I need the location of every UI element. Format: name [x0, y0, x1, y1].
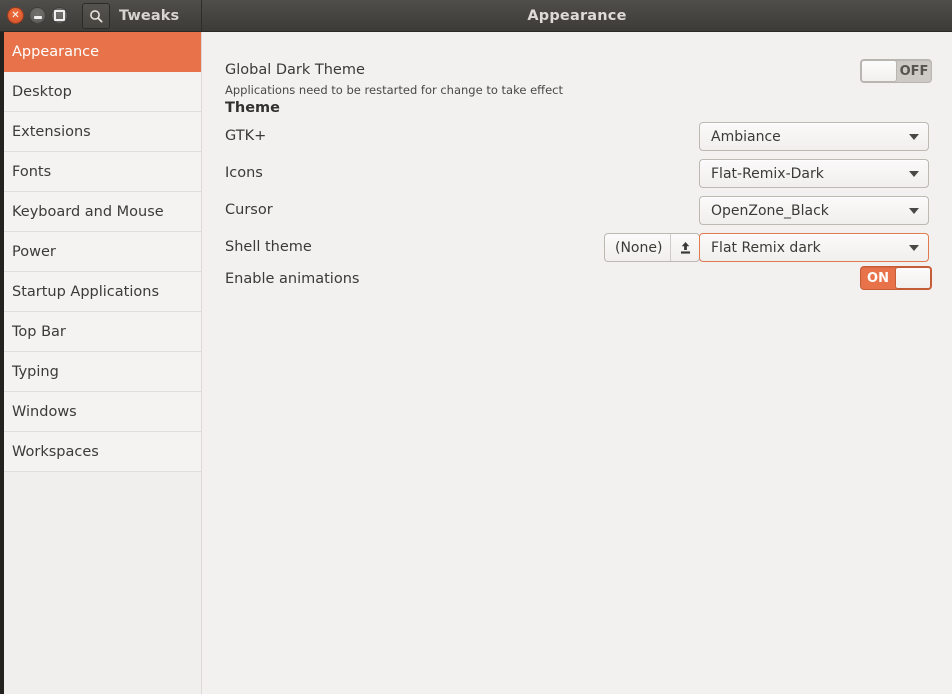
- cursor-theme-label: Cursor: [225, 202, 273, 218]
- sidebar-item-startup-applications[interactable]: Startup Applications: [0, 272, 201, 312]
- enable-animations-row: Enable animations: [203, 271, 952, 287]
- titlebar: ✕ Tweaks Appearance: [0, 0, 952, 32]
- sidebar-item-typing[interactable]: Typing: [0, 352, 201, 392]
- gtk-theme-dropdown[interactable]: Ambiance: [699, 122, 929, 151]
- sidebar-item-appearance[interactable]: Appearance: [0, 32, 201, 72]
- toggle-knob: [895, 267, 931, 289]
- shell-theme-dropdown[interactable]: Flat Remix dark: [699, 233, 929, 262]
- tweaks-window: ✕ Tweaks Appearance Appearance Desktop E…: [0, 0, 952, 694]
- minimize-button[interactable]: [29, 7, 46, 24]
- shell-theme-file-value: (None): [615, 239, 663, 256]
- sidebar-item-keyboard-and-mouse[interactable]: Keyboard and Mouse: [0, 192, 201, 232]
- icons-theme-value: Flat-Remix-Dark: [711, 165, 824, 182]
- enable-animations-toggle[interactable]: ON: [860, 266, 932, 290]
- gtk-theme-value: Ambiance: [711, 128, 781, 145]
- toggle-knob: [861, 60, 897, 82]
- gtk-theme-label: GTK+: [225, 128, 267, 144]
- sidebar-item-label: Startup Applications: [12, 283, 159, 300]
- minimize-icon: [33, 16, 42, 19]
- maximize-button[interactable]: [51, 7, 68, 24]
- sidebar-item-desktop[interactable]: Desktop: [0, 72, 201, 112]
- sidebar-item-workspaces[interactable]: Workspaces: [0, 432, 201, 472]
- upload-icon[interactable]: [670, 234, 699, 261]
- maximize-icon: [54, 10, 65, 21]
- sidebar-item-windows[interactable]: Windows: [0, 392, 201, 432]
- sidebar-item-fonts[interactable]: Fonts: [0, 152, 201, 192]
- global-dark-theme-toggle[interactable]: OFF: [860, 59, 932, 83]
- sidebar-item-label: Typing: [12, 363, 59, 380]
- toggle-state-label: OFF: [899, 63, 929, 79]
- icons-theme-dropdown[interactable]: Flat-Remix-Dark: [699, 159, 929, 188]
- sidebar-empty-area: [0, 472, 201, 684]
- shell-theme-label: Shell theme: [225, 239, 312, 255]
- settings-panel: Global Dark Theme Applications need to b…: [203, 32, 952, 694]
- chevron-down-icon: [909, 133, 919, 140]
- sidebar-item-top-bar[interactable]: Top Bar: [0, 312, 201, 352]
- app-name: Tweaks: [119, 7, 180, 24]
- cursor-theme-value: OpenZone_Black: [711, 202, 829, 219]
- sidebar-item-power[interactable]: Power: [0, 232, 201, 272]
- close-icon: ✕: [11, 9, 20, 21]
- window-title: Appearance: [527, 7, 627, 24]
- sidebar-item-label: Keyboard and Mouse: [12, 203, 164, 220]
- sidebar: Appearance Desktop Extensions Fonts Keyb…: [0, 32, 202, 694]
- sidebar-item-label: Windows: [12, 403, 77, 420]
- sidebar-item-label: Top Bar: [12, 323, 66, 340]
- icons-theme-label: Icons: [225, 165, 263, 181]
- shell-theme-value: Flat Remix dark: [711, 239, 821, 256]
- chevron-down-icon: [909, 244, 919, 251]
- sidebar-item-label: Appearance: [12, 43, 100, 60]
- sidebar-item-label: Extensions: [12, 123, 91, 140]
- close-button[interactable]: ✕: [7, 7, 24, 24]
- global-dark-theme-description-row: Applications need to be restarted for ch…: [203, 83, 952, 97]
- sidebar-item-label: Fonts: [12, 163, 52, 180]
- chevron-down-icon: [909, 207, 919, 214]
- theme-section-title: Theme: [225, 100, 280, 116]
- global-dark-theme-row: Global Dark Theme: [203, 62, 952, 78]
- search-button[interactable]: [82, 2, 110, 29]
- sidebar-item-extensions[interactable]: Extensions: [0, 112, 201, 152]
- search-icon: [90, 9, 103, 23]
- global-dark-theme-label: Global Dark Theme: [225, 62, 365, 78]
- chevron-down-icon: [909, 170, 919, 177]
- global-dark-theme-description: Applications need to be restarted for ch…: [225, 83, 563, 97]
- sidebar-item-label: Desktop: [12, 83, 72, 100]
- shell-theme-file-chooser[interactable]: (None): [604, 233, 701, 262]
- sidebar-item-label: Power: [12, 243, 56, 260]
- titlebar-left-section: ✕ Tweaks: [0, 0, 202, 32]
- enable-animations-label: Enable animations: [225, 271, 360, 287]
- sidebar-item-label: Workspaces: [12, 443, 99, 460]
- theme-section-header: Theme: [203, 100, 952, 116]
- cursor-theme-dropdown[interactable]: OpenZone_Black: [699, 196, 929, 225]
- window-left-edge: [0, 32, 4, 694]
- toggle-state-label: ON: [867, 270, 889, 286]
